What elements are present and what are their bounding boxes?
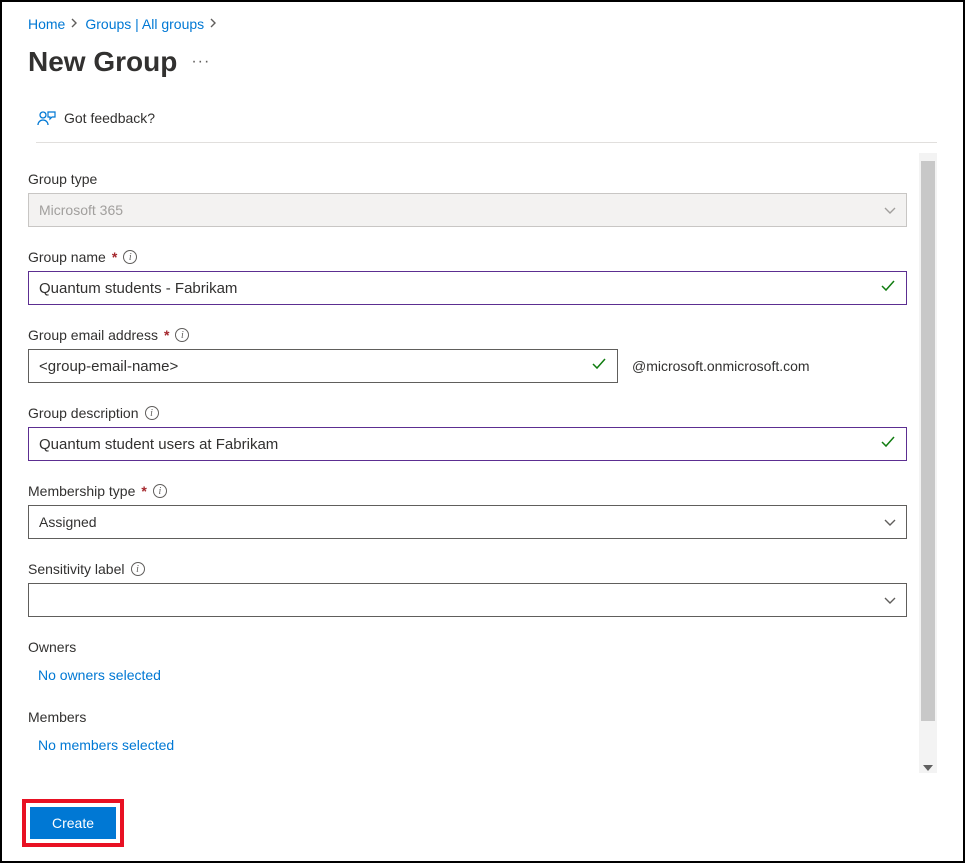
group-name-value: Quantum students - Fabrikam — [39, 280, 237, 297]
group-email-input[interactable]: <group-email-name> — [28, 349, 618, 383]
members-label: Members — [28, 709, 907, 725]
chevron-right-icon — [210, 17, 218, 31]
scrollbar-thumb[interactable] — [921, 161, 935, 721]
breadcrumb: Home Groups | All groups — [28, 16, 937, 32]
check-icon — [880, 434, 896, 455]
required-indicator: * — [112, 249, 117, 265]
feedback-label: Got feedback? — [64, 110, 155, 126]
info-icon[interactable]: i — [131, 562, 145, 576]
chevron-down-icon — [884, 514, 896, 530]
info-icon[interactable]: i — [123, 250, 137, 264]
create-button-highlight: Create — [22, 799, 124, 847]
breadcrumb-home[interactable]: Home — [28, 16, 65, 32]
sensitivity-label-select[interactable] — [28, 583, 907, 617]
chevron-down-icon — [884, 592, 896, 608]
info-icon[interactable]: i — [153, 484, 167, 498]
group-type-select[interactable]: Microsoft 365 — [28, 193, 907, 227]
create-button[interactable]: Create — [30, 807, 116, 839]
group-type-value: Microsoft 365 — [39, 202, 123, 218]
scroll-down-icon[interactable] — [923, 765, 933, 771]
group-type-label: Group type — [28, 171, 97, 187]
group-description-label: Group description — [28, 405, 139, 421]
page-title: New Group — [28, 46, 177, 78]
group-description-input[interactable]: Quantum student users at Fabrikam — [28, 427, 907, 461]
more-actions-button[interactable]: ··· — [191, 53, 210, 71]
membership-type-label: Membership type — [28, 483, 135, 499]
email-domain-suffix: @microsoft.onmicrosoft.com — [632, 358, 810, 374]
required-indicator: * — [141, 483, 146, 499]
group-name-input[interactable]: Quantum students - Fabrikam — [28, 271, 907, 305]
feedback-person-icon — [36, 108, 56, 128]
check-icon — [591, 356, 607, 377]
group-name-label: Group name — [28, 249, 106, 265]
sensitivity-label-label: Sensitivity label — [28, 561, 125, 577]
membership-type-select[interactable]: Assigned — [28, 505, 907, 539]
required-indicator: * — [164, 327, 169, 343]
check-icon — [880, 278, 896, 299]
owners-select-link[interactable]: No owners selected — [38, 667, 907, 683]
info-icon[interactable]: i — [175, 328, 189, 342]
members-select-link[interactable]: No members selected — [38, 737, 907, 753]
breadcrumb-groups[interactable]: Groups | All groups — [85, 16, 204, 32]
owners-label: Owners — [28, 639, 907, 655]
info-icon[interactable]: i — [145, 406, 159, 420]
vertical-scrollbar[interactable] — [919, 153, 937, 773]
group-description-value: Quantum student users at Fabrikam — [39, 436, 278, 453]
chevron-down-icon — [884, 202, 896, 218]
footer: Create — [2, 787, 963, 861]
group-email-value: <group-email-name> — [39, 358, 178, 375]
membership-type-value: Assigned — [39, 514, 97, 530]
group-email-label: Group email address — [28, 327, 158, 343]
feedback-link[interactable]: Got feedback? — [36, 108, 937, 143]
chevron-right-icon — [71, 17, 79, 31]
